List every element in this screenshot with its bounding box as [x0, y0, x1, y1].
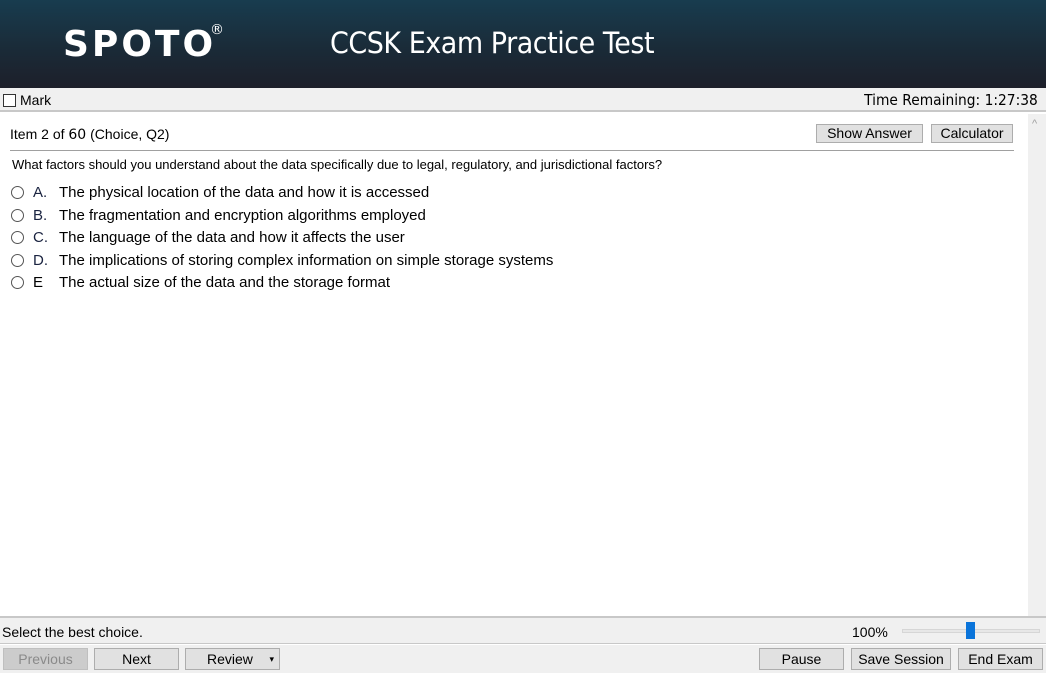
radio-button[interactable]: [11, 253, 24, 267]
option-letter: D.: [33, 251, 48, 269]
previous-button[interactable]: Previous: [3, 648, 88, 670]
option-letter: B.: [33, 206, 48, 224]
app-header: SPOTO ® CCSK Exam Practice Test: [0, 0, 1046, 88]
chevron-down-icon[interactable]: ▾: [269, 649, 274, 669]
item-current: 2: [41, 126, 49, 142]
mark-bar: Mark Time Remaining: 1:27:38: [0, 88, 1046, 112]
item-counter: Item 2 of 60 (Choice, Q2): [10, 126, 169, 143]
mark-label[interactable]: Mark: [20, 92, 51, 108]
divider: [10, 150, 1014, 151]
status-bar: Select the best choice. 100%: [0, 616, 1046, 644]
item-prefix: Item: [10, 126, 38, 142]
option-letter: A.: [33, 184, 48, 201]
radio-button[interactable]: [11, 276, 24, 289]
radio-button[interactable]: [11, 231, 24, 244]
option-text[interactable]: The actual size of the data and the stor…: [59, 274, 390, 291]
app-title: CCSK Exam Practice Test: [330, 26, 655, 60]
navigation-bar: Previous Next Review ▾ Pause Save Sessio…: [0, 645, 1046, 673]
scroll-up-icon[interactable]: ^: [1032, 118, 1037, 130]
show-answer-button[interactable]: Show Answer: [816, 124, 923, 143]
option-text[interactable]: The fragmentation and encryption algorit…: [59, 207, 426, 224]
zoom-slider-handle[interactable]: [966, 622, 975, 639]
item-of: of: [52, 126, 65, 142]
registered-mark: ®: [210, 22, 224, 38]
option-text[interactable]: The language of the data and how it affe…: [59, 229, 405, 246]
option-letter: E: [33, 274, 44, 291]
question-panel: Item 2 of 60 (Choice, Q2) Show Answer Ca…: [0, 114, 1028, 616]
review-button[interactable]: Review ▾: [185, 648, 280, 670]
radio-button[interactable]: [11, 186, 24, 199]
zoom-level: 100%: [852, 624, 888, 640]
option-letter: C.: [33, 229, 48, 246]
end-exam-button[interactable]: End Exam: [958, 648, 1043, 670]
vertical-scrollbar[interactable]: ^: [1028, 114, 1046, 616]
question-text: What factors should you understand about…: [12, 157, 663, 172]
mark-checkbox[interactable]: [3, 94, 16, 107]
pause-button[interactable]: Pause: [759, 648, 844, 670]
calculator-button[interactable]: Calculator: [931, 124, 1013, 143]
next-button[interactable]: Next: [94, 648, 179, 670]
time-remaining: Time Remaining: 1:27:38: [864, 91, 1038, 109]
option-text[interactable]: The physical location of the data and ho…: [59, 184, 429, 201]
review-label: Review: [207, 651, 253, 667]
instruction-text: Select the best choice.: [2, 624, 143, 640]
radio-button[interactable]: [11, 208, 24, 222]
item-total: 60: [68, 127, 87, 143]
item-meta: (Choice, Q2): [90, 126, 170, 142]
spoto-logo: SPOTO: [63, 24, 217, 65]
save-session-button[interactable]: Save Session: [851, 648, 951, 670]
option-text[interactable]: The implications of storing complex info…: [59, 252, 553, 269]
